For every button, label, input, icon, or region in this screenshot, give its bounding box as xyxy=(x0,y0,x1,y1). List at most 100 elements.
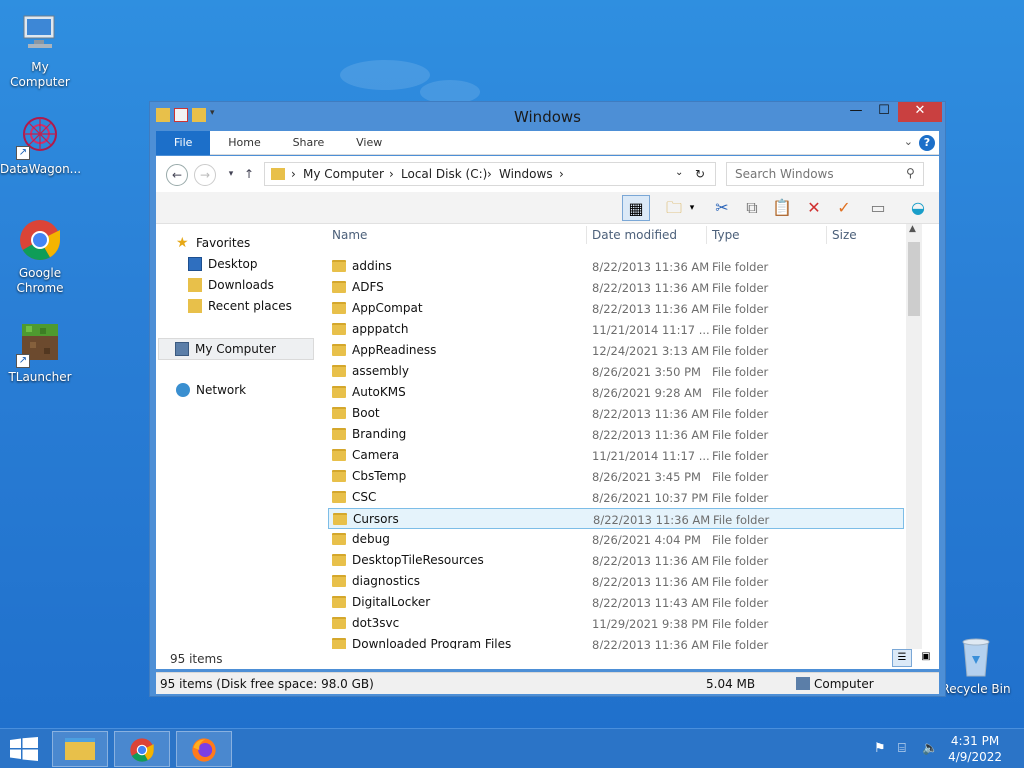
column-divider[interactable] xyxy=(706,226,707,244)
folder-icon xyxy=(333,513,347,525)
scroll-up-icon[interactable]: ▲ xyxy=(909,224,916,234)
properties-icon[interactable]: 🗀 xyxy=(660,195,688,221)
taskbar-file-explorer[interactable] xyxy=(52,731,108,767)
column-header-size[interactable]: Size xyxy=(832,228,857,242)
rename-icon[interactable]: ▭ xyxy=(864,195,892,221)
forward-button[interactable]: → xyxy=(194,164,216,186)
scrollbar-thumb[interactable] xyxy=(908,242,920,316)
table-row[interactable]: DigitalLocker 8/22/2013 11:43 AM File fold… xyxy=(328,592,904,613)
table-row[interactable]: Branding 8/22/2013 11:36 AM File folder xyxy=(328,424,904,445)
search-input[interactable] xyxy=(726,162,924,186)
file-type: File folder xyxy=(712,575,769,589)
back-button[interactable]: ← xyxy=(166,164,188,186)
tab-file[interactable]: File xyxy=(156,131,211,155)
table-row[interactable]: debug 8/26/2021 4:04 PM File folder xyxy=(328,529,904,550)
table-row[interactable]: ADFS 8/22/2013 11:36 AM File folder xyxy=(328,277,904,298)
paste-icon[interactable]: 📋 xyxy=(768,195,796,221)
column-divider[interactable] xyxy=(826,226,827,244)
desktop-icon-tlauncher[interactable]: ↗ TLauncher xyxy=(0,320,80,385)
address-dropdown-chevron-icon[interactable]: ⌄ xyxy=(675,167,683,178)
file-name: CSC xyxy=(352,490,377,504)
desktop-icon-recycle-bin[interactable]: Recycle Bin xyxy=(936,632,1016,697)
checkmark-icon[interactable]: ✓ xyxy=(830,195,858,221)
tab-share[interactable]: Share xyxy=(279,131,339,155)
file-date: 8/26/2021 3:45 PM xyxy=(592,470,701,484)
breadcrumb-windows[interactable]: Windows xyxy=(499,167,553,181)
column-divider[interactable] xyxy=(586,226,587,244)
explorer-window[interactable]: ▾ Windows — ☐ ✕ File Home Share View ⌄ ?… xyxy=(149,101,946,697)
title-bar[interactable]: ▾ Windows — ☐ ✕ xyxy=(150,102,945,130)
tab-home[interactable]: Home xyxy=(214,131,274,155)
table-row[interactable]: Cursors 8/22/2013 11:36 AM File folder xyxy=(328,508,904,529)
taskbar-firefox[interactable] xyxy=(176,731,232,767)
delete-icon[interactable]: ✕ xyxy=(800,195,828,221)
column-header-date-modified[interactable]: Date modified xyxy=(592,228,677,242)
taskbar-chrome[interactable] xyxy=(114,731,170,767)
copy-icon[interactable]: ⧉ xyxy=(738,195,766,221)
network-status-icon[interactable]: ⌸ xyxy=(898,741,906,756)
desktop-icon-google-chrome[interactable]: Google Chrome xyxy=(0,216,80,296)
table-row[interactable]: apppatch 11/21/2014 11:17 ... File folder xyxy=(328,319,904,340)
close-button[interactable]: ✕ xyxy=(898,102,942,122)
breadcrumb-local-disk[interactable]: Local Disk (C:) xyxy=(401,167,487,181)
folder-icon xyxy=(332,323,346,335)
breadcrumb-separator-icon[interactable]: › xyxy=(389,167,394,181)
breadcrumb-separator-icon[interactable]: › xyxy=(291,167,296,181)
table-row[interactable]: AppCompat 8/22/2013 11:36 AM File folder xyxy=(328,298,904,319)
preview-pane-button[interactable]: ▦ xyxy=(622,195,650,221)
table-row[interactable]: CbsTemp 8/26/2021 3:45 PM File folder xyxy=(328,466,904,487)
nav-downloads[interactable]: Downloads xyxy=(188,278,274,292)
file-type: File folder xyxy=(712,533,769,547)
expand-ribbon-chevron-icon[interactable]: ⌄ xyxy=(904,135,913,148)
nav-favorites[interactable]: ★ Favorites xyxy=(176,236,250,250)
table-row[interactable]: DesktopTileResources 8/22/2013 11:36 AM Fi… xyxy=(328,550,904,571)
volume-muted-icon[interactable]: 🔈 xyxy=(922,741,938,756)
search-icon[interactable]: ⚲ xyxy=(906,166,915,180)
large-icons-view-button[interactable]: ▣ xyxy=(916,649,936,667)
breadcrumb-separator-icon[interactable]: › xyxy=(559,167,564,181)
tab-view[interactable]: View xyxy=(342,131,396,155)
table-row[interactable]: AppReadiness 12/24/2021 3:13 AM File folde… xyxy=(328,340,904,361)
table-row[interactable]: addins 8/22/2013 11:36 AM File folder xyxy=(328,256,904,277)
nav-desktop[interactable]: Desktop xyxy=(188,257,258,271)
start-button[interactable] xyxy=(10,737,38,764)
up-button[interactable]: ↑ xyxy=(238,164,260,186)
shell-icon[interactable]: ◒ xyxy=(904,195,932,221)
file-type: File folder xyxy=(712,302,769,316)
file-name: assembly xyxy=(352,364,409,378)
recycle-bin-icon xyxy=(952,632,1000,680)
system-clock[interactable]: 4:31 PM 4/9/2022 xyxy=(948,733,1002,765)
desktop-icon-datawagon[interactable]: ↗ DataWagon... xyxy=(0,112,81,177)
desktop-icon-my-computer[interactable]: My Computer xyxy=(0,10,80,90)
nav-network[interactable]: Network xyxy=(176,383,246,397)
nav-my-computer[interactable]: My Computer xyxy=(158,338,314,360)
file-name: DigitalLocker xyxy=(352,595,431,609)
breadcrumb-separator-icon[interactable]: › xyxy=(487,167,492,181)
column-header-type[interactable]: Type xyxy=(712,228,740,242)
breadcrumb-my-computer[interactable]: My Computer xyxy=(303,167,384,181)
address-field[interactable]: › My Computer › Local Disk (C:) › Window… xyxy=(264,162,716,186)
file-name: dot3svc xyxy=(352,616,400,630)
status-size: 5.04 MB xyxy=(706,677,756,691)
table-row[interactable]: Boot 8/22/2013 11:36 AM File folder xyxy=(328,403,904,424)
table-row[interactable]: dot3svc 11/29/2021 9:38 PM File folder xyxy=(328,613,904,634)
table-row[interactable]: diagnostics 8/22/2013 11:36 AM File folder xyxy=(328,571,904,592)
minimize-button[interactable]: — xyxy=(842,102,870,122)
table-row[interactable]: Camera 11/21/2014 11:17 ... File folder xyxy=(328,445,904,466)
table-row[interactable]: assembly 8/26/2021 3:50 PM File folder xyxy=(328,361,904,382)
desktop-icon-label: Google Chrome xyxy=(16,266,64,295)
maximize-button[interactable]: ☐ xyxy=(870,102,898,122)
item-count: 95 items xyxy=(170,652,223,666)
column-header-name[interactable]: Name xyxy=(332,228,367,242)
table-row[interactable]: AutoKMS 8/26/2021 9:28 AM File folder xyxy=(328,382,904,403)
properties-dropdown-icon[interactable]: ▾ xyxy=(686,195,698,221)
desktop-icon-label: My Computer xyxy=(10,60,70,89)
nav-recent-places[interactable]: Recent places xyxy=(188,299,292,313)
help-icon[interactable]: ? xyxy=(919,135,935,151)
table-row[interactable]: CSC 8/26/2021 10:37 PM File folder xyxy=(328,487,904,508)
details-view-button[interactable]: ☰ xyxy=(892,649,912,667)
vertical-scrollbar[interactable]: ▲ ▼ xyxy=(906,224,922,669)
refresh-icon[interactable]: ↻ xyxy=(695,167,705,181)
cut-icon[interactable]: ✂ xyxy=(708,195,736,221)
action-center-flag-icon[interactable]: ⚑ xyxy=(874,741,886,756)
